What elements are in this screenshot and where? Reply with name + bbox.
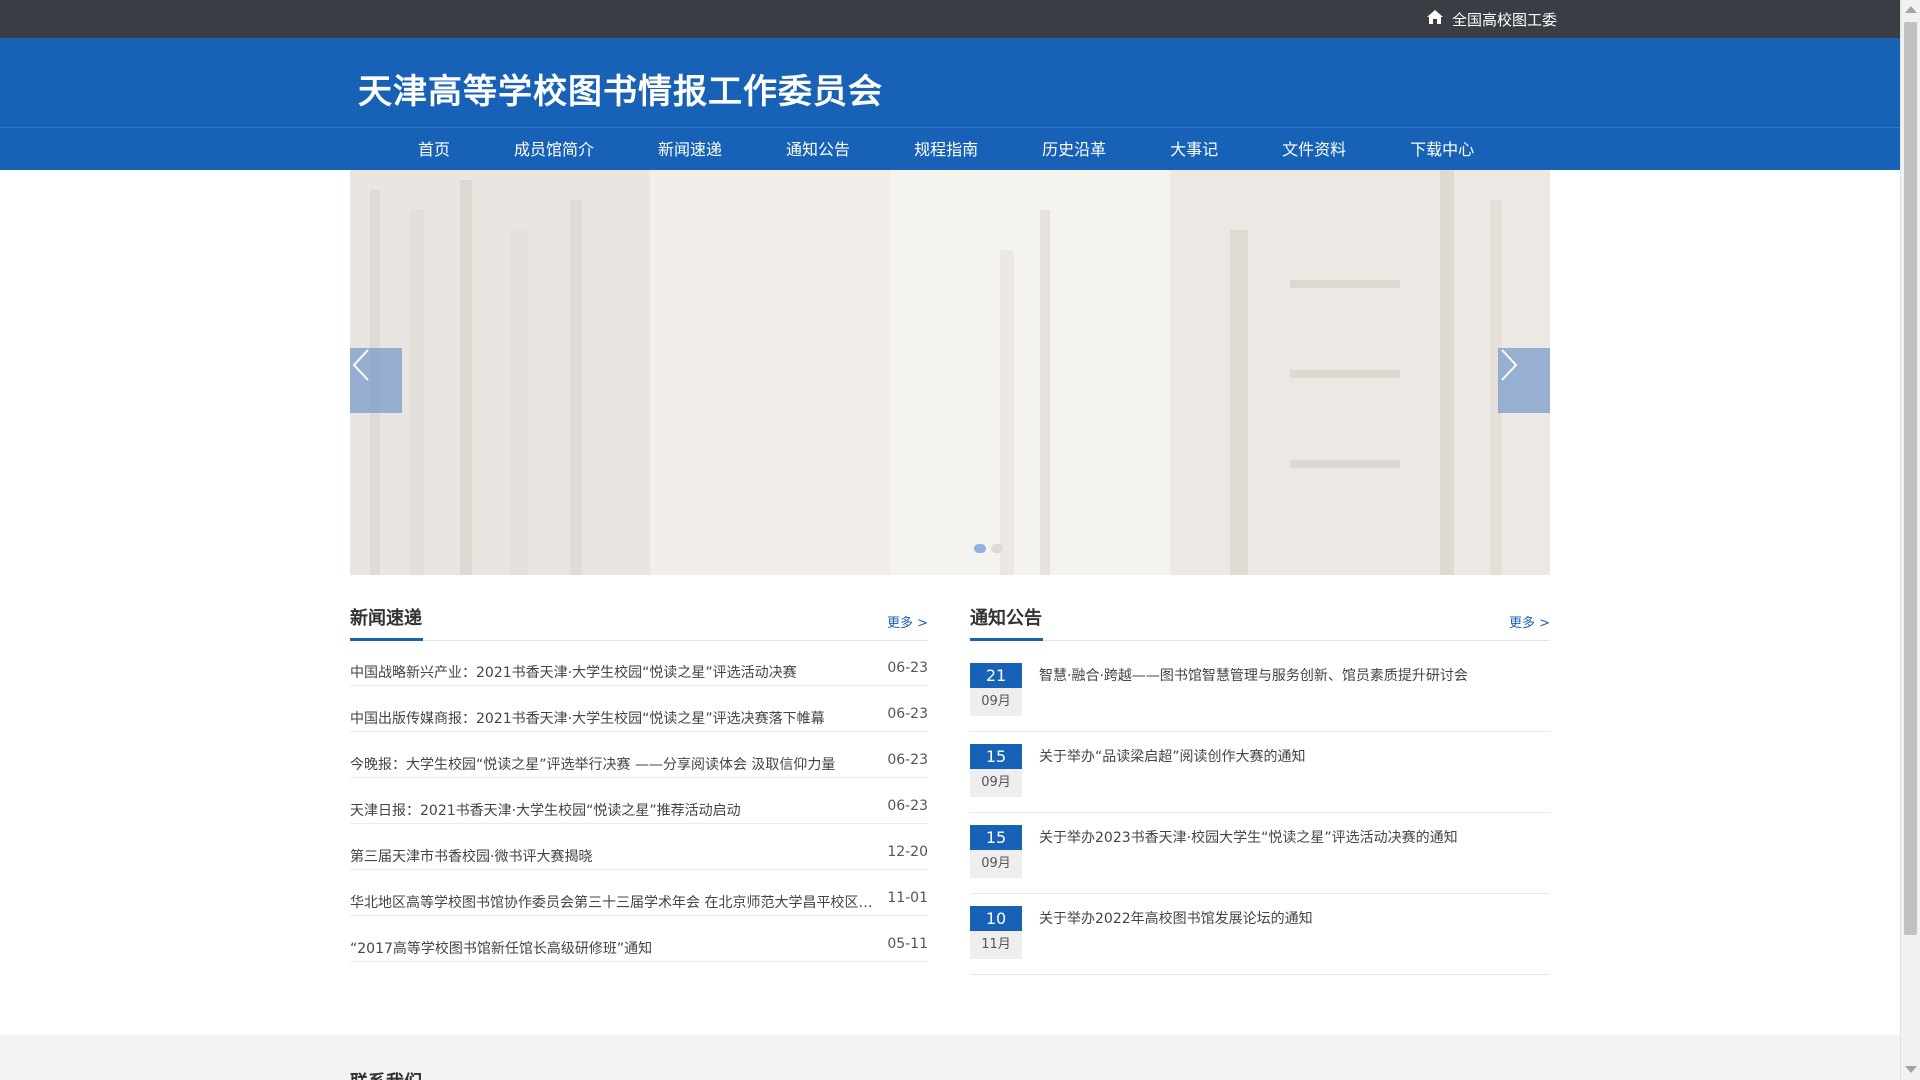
banner-pagination bbox=[974, 544, 1003, 553]
nav-item[interactable]: 文件资料 bbox=[1250, 128, 1378, 171]
banner-next-button[interactable] bbox=[1498, 348, 1550, 413]
main-nav: 首页 成员馆简介 新闻速递 通知公告 规程指南 历史沿革 大事记 文件资料 下载中心 bbox=[0, 127, 1900, 170]
notice-day: 10 bbox=[970, 906, 1022, 931]
site-header: 天津高等学校图书情报工作委员会 bbox=[0, 38, 1900, 127]
banner-dot[interactable] bbox=[991, 544, 1003, 553]
news-item-title[interactable]: 华北地区高等学校图书馆协作委员会第三十三届学术年会 在北京师范大学昌平校区召开 bbox=[350, 892, 880, 912]
scrollbar[interactable] bbox=[1900, 0, 1920, 1080]
notice-day: 15 bbox=[970, 825, 1022, 850]
home-icon bbox=[1426, 9, 1444, 29]
notice-month: 09月 bbox=[970, 850, 1022, 878]
notice-date-box: 10 11月 bbox=[970, 906, 1022, 959]
news-section-title: 新闻速递 bbox=[350, 608, 422, 629]
news-item-date: 05-11 bbox=[887, 936, 928, 952]
notices-more-link[interactable]: 更多 > bbox=[1509, 612, 1550, 631]
notice-month: 09月 bbox=[970, 769, 1022, 797]
news-item[interactable]: 华北地区高等学校图书馆协作委员会第三十三届学术年会 在北京师范大学昌平校区召开 1… bbox=[350, 870, 928, 916]
scroll-up-arrow[interactable] bbox=[1905, 6, 1917, 13]
news-item[interactable]: “2017高等学校图书馆新任馆长高级研修班”通知 05-11 bbox=[350, 916, 928, 962]
chevron-right-icon bbox=[1501, 349, 1518, 381]
notice-month: 09月 bbox=[970, 688, 1022, 716]
top-bar: 全国高校图工委 bbox=[0, 0, 1900, 38]
notice-date-box: 21 09月 bbox=[970, 663, 1022, 716]
news-item-title[interactable]: 天津日报：2021书香天津·大学生校园“悦读之星”推荐活动启动 bbox=[350, 800, 880, 820]
news-item-date: 06-23 bbox=[887, 706, 928, 722]
notice-title[interactable]: 关于举办2023书香天津·校园大学生“悦读之星”评选活动决赛的通知 bbox=[1039, 827, 1539, 847]
nav-item[interactable]: 通知公告 bbox=[754, 128, 882, 171]
page: 全国高校图工委 天津高等学校图书情报工作委员会 首页 成员馆简介 新闻速递 通知公告规… bbox=[0, 0, 1920, 1080]
news-item-date: 12-20 bbox=[887, 844, 928, 860]
news-list: 中国战略新兴产业：2021书香天津·大学生校园“悦读之星”评选活动决赛 06-23… bbox=[350, 640, 928, 962]
nav-item[interactable]: 大事记 bbox=[1138, 128, 1250, 171]
news-item[interactable]: 中国战略新兴产业：2021书香天津·大学生校园“悦读之星”评选活动决赛 06-23 bbox=[350, 640, 928, 686]
nav-list: 首页 成员馆简介 新闻速递 通知公告 规程指南 历史沿革 大事记 文件资料 下载中心 bbox=[386, 128, 1506, 171]
banner-image bbox=[350, 170, 1550, 575]
news-item-date: 11-01 bbox=[887, 890, 928, 906]
nav-item[interactable]: 首页 bbox=[386, 128, 482, 171]
nav-item[interactable]: 成员馆简介 bbox=[482, 128, 626, 171]
notice-item[interactable]: 15 09月 关于举办2023书香天津·校园大学生“悦读之星”评选活动决赛的通知 bbox=[970, 813, 1550, 894]
notice-date-box: 15 09月 bbox=[970, 744, 1022, 797]
notice-item[interactable]: 10 11月 关于举办2022年高校图书馆发展论坛的通知 bbox=[970, 894, 1550, 975]
news-item-date: 06-23 bbox=[887, 752, 928, 768]
nav-item[interactable]: 规程指南 bbox=[882, 128, 1010, 171]
news-item[interactable]: 第三届天津市书香校园·微书评大赛揭晓 12-20 bbox=[350, 824, 928, 870]
news-item-date: 06-23 bbox=[887, 660, 928, 676]
scroll-down-arrow[interactable] bbox=[1905, 1066, 1917, 1073]
nav-item[interactable]: 新闻速递 bbox=[626, 128, 754, 171]
notices-list: 21 09月 智慧·融合·跨越——图书馆智慧管理与服务创新、馆员素质提升研讨会 15 0… bbox=[970, 651, 1550, 975]
notice-item[interactable]: 21 09月 智慧·融合·跨越——图书馆智慧管理与服务创新、馆员素质提升研讨会 bbox=[970, 651, 1550, 732]
news-item-title[interactable]: 第三届天津市书香校园·微书评大赛揭晓 bbox=[350, 846, 880, 866]
chevron-left-icon bbox=[352, 349, 369, 381]
news-item-title[interactable]: “2017高等学校图书馆新任馆长高级研修班”通知 bbox=[350, 938, 880, 958]
news-item-title[interactable]: 中国出版传媒商报：2021书香天津·大学生校园“悦读之星”评选决赛落下帷幕 bbox=[350, 708, 880, 728]
national-committee-label: 全国高校图工委 bbox=[1452, 10, 1558, 29]
news-item-title[interactable]: 今晚报：大学生校园“悦读之星”评选举行决赛 ——分享阅读体会 汲取信仰力量 bbox=[350, 754, 880, 774]
notice-month: 11月 bbox=[970, 931, 1022, 959]
nav-item[interactable]: 下载中心 bbox=[1378, 128, 1506, 171]
notice-title[interactable]: 关于举办“品读梁启超”阅读创作大赛的通知 bbox=[1039, 746, 1539, 766]
news-item[interactable]: 今晚报：大学生校园“悦读之星”评选举行决赛 ——分享阅读体会 汲取信仰力量 06-… bbox=[350, 732, 928, 778]
banner-carousel bbox=[350, 170, 1550, 575]
news-more-link[interactable]: 更多 > bbox=[887, 612, 928, 631]
news-item[interactable]: 天津日报：2021书香天津·大学生校园“悦读之星”推荐活动启动 06-23 bbox=[350, 778, 928, 824]
notices-divider bbox=[970, 640, 1550, 641]
notice-title[interactable]: 智慧·融合·跨越——图书馆智慧管理与服务创新、馆员素质提升研讨会 bbox=[1039, 665, 1539, 685]
notice-item[interactable]: 15 09月 关于举办“品读梁启超”阅读创作大赛的通知 bbox=[970, 732, 1550, 813]
news-item-date: 06-23 bbox=[887, 798, 928, 814]
notice-day: 15 bbox=[970, 744, 1022, 769]
notices-title-underline bbox=[970, 638, 1043, 641]
banner-dot[interactable] bbox=[974, 544, 986, 553]
footer: 联系我们 bbox=[0, 1035, 1900, 1080]
notice-title[interactable]: 关于举办2022年高校图书馆发展论坛的通知 bbox=[1039, 908, 1539, 928]
site-title: 天津高等学校图书情报工作委员会 bbox=[358, 72, 883, 112]
notices-section-title: 通知公告 bbox=[970, 608, 1042, 629]
banner-prev-button[interactable] bbox=[350, 348, 402, 413]
footer-contact-title: 联系我们 bbox=[350, 1068, 422, 1080]
national-committee-link[interactable]: 全国高校图工委 bbox=[1426, 8, 1557, 30]
scrollbar-thumb[interactable] bbox=[1904, 22, 1917, 935]
news-item[interactable]: 中国出版传媒商报：2021书香天津·大学生校园“悦读之星”评选决赛落下帷幕 06-… bbox=[350, 686, 928, 732]
notice-day: 21 bbox=[970, 663, 1022, 688]
notice-date-box: 15 09月 bbox=[970, 825, 1022, 878]
nav-item[interactable]: 历史沿革 bbox=[1010, 128, 1138, 171]
news-item-title[interactable]: 中国战略新兴产业：2021书香天津·大学生校园“悦读之星”评选活动决赛 bbox=[350, 662, 880, 682]
